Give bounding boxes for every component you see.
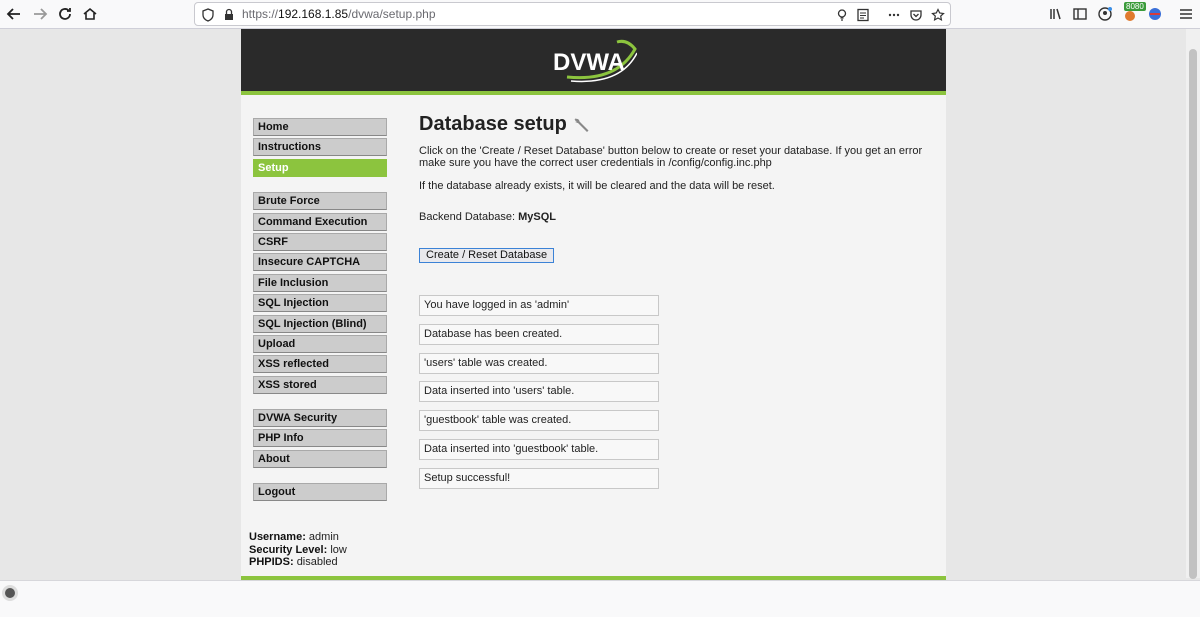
main-content: Database setup Click on the 'Create / Re… [419,113,939,489]
menu-group-vulnerabilities: Brute Force Command Execution CSRF Insecure… [253,192,387,394]
security-level-label: Security Level: [249,543,328,556]
phpids-value: disabled [296,556,338,568]
username-label: Username: [249,531,306,543]
menu-icon[interactable] [1175,3,1197,25]
menu-group-main: Home Instructions Setup [253,118,387,177]
user-info: Username: admin Security Level: low PHPI… [249,531,347,569]
home-icon[interactable] [79,3,101,25]
status-message: 'guestbook' table was created. [419,410,659,432]
menu-item-about[interactable]: About [253,449,387,468]
menu-item-home[interactable]: Home [253,118,387,136]
status-message: You have logged in as 'admin' [419,295,659,316]
phpids-label: PHPIDS: [249,556,294,568]
browser-toolbar: https://192.168.1.85/dvwa/setup.php 8080 [0,0,1200,29]
lock-icon[interactable] [220,6,237,23]
backend-label: Backend Database: [419,211,519,223]
menu-group-logout: Logout [253,483,387,502]
create-reset-database-button[interactable]: Create / Reset Database [419,248,555,263]
back-icon[interactable] [3,3,25,25]
dvwa-page: DVWA Home Instructions Setup Brute Force Co… [241,29,946,580]
sidebar-icon[interactable] [1069,3,1091,25]
username-value: admin [308,531,339,543]
menu-group-info: DVWA Security PHP Info About [253,409,387,468]
menu-item-upload[interactable]: Upload [253,334,387,353]
backend-value: MySQL [518,211,556,223]
status-message: Database has been created. [419,323,659,345]
menu-item-instructions[interactable]: Instructions [253,138,387,157]
menu-item-xss-stored[interactable]: XSS stored [253,375,387,394]
proxy-badge: 8080 [1124,2,1146,11]
menu-item-sql-injection[interactable]: SQL Injection [253,294,387,313]
security-level-value: low [330,543,347,556]
menu-item-brute-force[interactable]: Brute Force [253,192,387,211]
menu-item-csrf[interactable]: CSRF [253,232,387,251]
more-actions-icon[interactable] [885,6,902,23]
pocket-icon[interactable] [907,6,924,23]
vertical-scrollbar[interactable] [1186,29,1200,579]
side-menu: Home Instructions Setup Brute Force Command… [253,118,387,504]
setup-instructions: Click on the 'Create / Reset Database' b… [419,145,923,169]
url-bar[interactable]: https://192.168.1.85/dvwa/setup.php [194,2,951,26]
bookmark-star-icon[interactable] [929,6,946,23]
status-message: Data inserted into 'guestbook' table. [419,439,659,460]
menu-item-logout[interactable]: Logout [253,483,387,502]
menu-item-xss-reflected[interactable]: XSS reflected [253,355,387,374]
forward-icon[interactable] [29,3,51,25]
status-message: Data inserted into 'users' table. [419,381,659,403]
extension-icon[interactable] [1144,3,1166,25]
page-title: Database setup [419,113,939,136]
menu-item-file-inclusion[interactable]: File Inclusion [253,273,387,292]
dvwa-logo: DVWA [553,39,637,83]
reset-notice: If the database already exists, it will … [419,180,775,192]
account-icon[interactable] [1094,3,1116,25]
page-header: DVWA [241,29,946,95]
menu-item-setup[interactable]: Setup [253,158,387,177]
menu-item-insecure-captcha[interactable]: Insecure CAPTCHA [253,253,387,272]
scrollbar-thumb[interactable] [1189,49,1197,579]
status-icon[interactable] [2,585,18,601]
bottom-bar [0,580,1200,617]
menu-item-command-execution[interactable]: Command Execution [253,212,387,231]
reload-icon[interactable] [54,3,76,25]
reader-view-icon[interactable] [854,6,871,23]
status-message: 'users' table was created. [419,352,659,374]
menu-item-dvwa-security[interactable]: DVWA Security [253,409,387,428]
menu-item-php-info[interactable]: PHP Info [253,429,387,448]
wrench-icon [574,117,589,132]
lightbulb-icon[interactable] [833,6,850,23]
menu-item-sql-injection-blind[interactable]: SQL Injection (Blind) [253,314,387,333]
svg-text:DVWA: DVWA [553,49,625,76]
status-message: Setup successful! [419,467,659,489]
url-text: https://192.168.1.85/dvwa/setup.php [242,7,436,21]
backend-database: Backend Database: MySQL [419,211,556,223]
library-icon[interactable] [1045,3,1067,25]
shield-icon[interactable] [199,6,216,23]
